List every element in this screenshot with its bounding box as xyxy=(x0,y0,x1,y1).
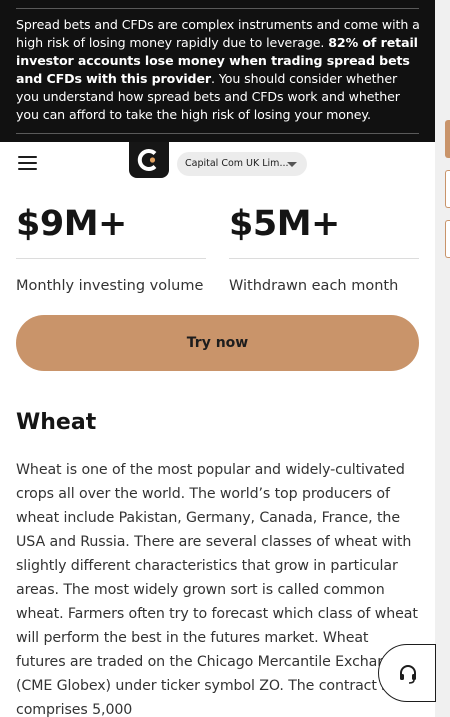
side-tab[interactable] xyxy=(445,220,450,258)
side-tab-active[interactable] xyxy=(445,120,450,158)
stat-value-volume: $9M+ xyxy=(16,204,127,244)
page: Spread bets and CFDs are complex instrum… xyxy=(0,0,435,717)
logo-c-icon xyxy=(137,149,157,171)
risk-warning-banner: Spread bets and CFDs are complex instrum… xyxy=(0,0,435,142)
banner-divider-top xyxy=(16,8,419,9)
stat-label-volume: Monthly investing volume xyxy=(16,278,204,294)
banner-divider-bottom xyxy=(16,133,419,134)
stat-label-withdrawn: Withdrawn each month xyxy=(229,278,399,294)
capital-com-logo[interactable] xyxy=(129,142,169,178)
article-heading: Wheat xyxy=(16,410,97,435)
entity-selector[interactable]: Capital Com UK Lim... xyxy=(177,152,307,176)
stat-value-withdrawn: $5M+ xyxy=(229,204,340,244)
side-tab[interactable] xyxy=(445,170,450,208)
hamburger-menu-icon[interactable] xyxy=(18,156,38,170)
chevron-down-icon xyxy=(287,162,297,167)
article-body: Wheat is one of the most popular and wid… xyxy=(16,462,418,717)
side-strip xyxy=(435,0,450,717)
site-header: Capital Com UK Lim... xyxy=(0,142,435,182)
stat-divider xyxy=(229,258,419,259)
risk-warning-text: Spread bets and CFDs are complex instrum… xyxy=(16,16,421,124)
support-chat-button[interactable] xyxy=(378,644,436,702)
stat-divider xyxy=(16,258,206,259)
entity-selector-label: Capital Com UK Lim... xyxy=(185,158,289,169)
try-now-button[interactable]: Try now xyxy=(16,315,419,371)
headset-support-icon xyxy=(400,665,416,684)
